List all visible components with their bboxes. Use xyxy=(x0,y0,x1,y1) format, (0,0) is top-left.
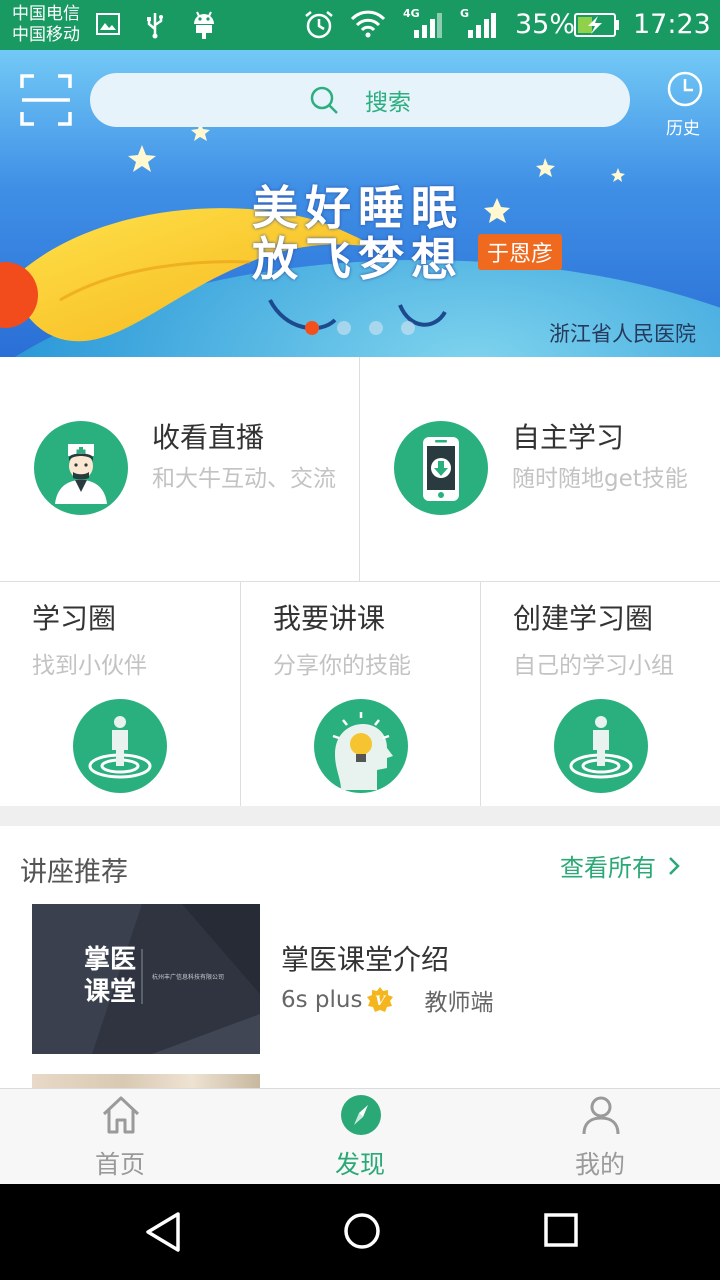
chevron-right-icon xyxy=(669,856,680,875)
lecture-cover-title: 掌医 课堂 xyxy=(84,944,136,1008)
cover-title-line-1: 掌医 xyxy=(84,945,137,975)
banner-hospital: 浙江省人民医院 xyxy=(549,322,696,346)
promo-banner[interactable]: 搜索 历史 美好睡眠 放飞梦想 于恩彦 浙江省人民医院 xyxy=(0,50,720,357)
recents-icon[interactable] xyxy=(542,1211,580,1249)
self-study-entry[interactable]: 自主学习 随时随地get技能 xyxy=(360,357,720,581)
carousel-dot[interactable] xyxy=(305,321,319,335)
verified-badge-icon: V xyxy=(367,987,394,1012)
lecture-meta: 6s plus V 教师端 xyxy=(281,983,493,1017)
carrier-info: 中国电信 中国移动 xyxy=(12,4,80,46)
study-circle-subtitle: 找到小伙伴 xyxy=(32,653,147,679)
tab-home-label: 首页 xyxy=(94,1150,145,1179)
signal-icon-2 xyxy=(468,13,496,38)
teach-entry[interactable]: 我要讲课 分享你的技能 xyxy=(240,582,480,806)
study-circle-title: 学习圈 xyxy=(32,602,117,635)
user-icon xyxy=(582,1096,620,1135)
tab-discover[interactable]: 发现 xyxy=(240,1089,480,1185)
teach-title: 我要讲课 xyxy=(273,602,386,635)
tab-mine-label: 我的 xyxy=(574,1150,625,1179)
search-icon xyxy=(310,86,338,114)
create-circle-subtitle: 自己的学习小组 xyxy=(513,653,674,679)
carousel-dot[interactable] xyxy=(369,321,383,335)
study-circle-entry[interactable]: 学习圈 找到小伙伴 xyxy=(0,582,240,806)
create-circle-entry[interactable]: 创建学习圈 自己的学习小组 xyxy=(480,582,720,806)
lecture-thumbnail[interactable]: 掌医 课堂 杭州丰广信息科技有限公司 xyxy=(32,904,260,1054)
self-study-title: 自主学习 xyxy=(512,421,625,454)
back-icon[interactable] xyxy=(144,1211,182,1253)
battery-percent: 35% xyxy=(515,9,576,40)
self-study-subtitle: 随时随地get技能 xyxy=(512,466,688,492)
image-icon xyxy=(96,13,120,35)
home-icon xyxy=(102,1096,140,1134)
lecture-author: 6s plus xyxy=(281,987,363,1013)
usb-icon xyxy=(147,13,163,39)
compass-icon xyxy=(341,1095,381,1135)
wifi-icon xyxy=(350,10,386,38)
carrier-2: 中国移动 xyxy=(12,25,80,45)
lecture-cover-company: 杭州丰广信息科技有限公司 xyxy=(152,974,225,981)
lecture-role: 教师端 xyxy=(424,990,494,1016)
cover-title-line-2: 课堂 xyxy=(84,977,137,1007)
carousel-indicator xyxy=(305,321,433,335)
live-title: 收看直播 xyxy=(152,421,265,454)
clock-icon xyxy=(667,71,703,107)
live-subtitle: 和大牛互动、交流 xyxy=(152,466,336,492)
bottom-tab-bar: 首页 发现 我的 xyxy=(0,1088,720,1184)
signal-icon-1 xyxy=(414,13,442,38)
banner-author-tag: 于恩彦 xyxy=(478,234,563,270)
carousel-dot[interactable] xyxy=(337,321,351,335)
see-all-link[interactable]: 查看所有 xyxy=(560,848,680,883)
tab-home[interactable]: 首页 xyxy=(0,1089,240,1185)
history-label: 历史 xyxy=(666,119,700,139)
battery-charging-icon xyxy=(574,13,619,37)
banner-title-line-2: 放飞梦想 xyxy=(252,232,464,286)
alarm-icon xyxy=(305,11,333,39)
home-circle-icon[interactable] xyxy=(342,1211,382,1251)
teach-subtitle: 分享你的技能 xyxy=(273,653,411,679)
android-icon xyxy=(194,11,214,39)
scan-icon[interactable] xyxy=(20,74,72,126)
feature-grid-top: 收看直播 和大牛互动、交流 自主学习 随时随地get技能 xyxy=(0,357,720,582)
lecture-thumbnail-next[interactable] xyxy=(32,1074,260,1088)
live-entry[interactable]: 收看直播 和大牛互动、交流 xyxy=(0,357,360,581)
lecture-section: 讲座推荐 查看所有 掌医 课堂 杭州丰广信息科技有限公司 掌医课堂介绍 6s p xyxy=(0,826,720,1088)
clock: 17:23 xyxy=(633,9,711,40)
carrier-1: 中国电信 xyxy=(12,4,80,24)
search-placeholder: 搜索 xyxy=(365,90,411,116)
system-nav-bar xyxy=(0,1184,720,1280)
status-bar: 中国电信 中国移动 4G G 35% 17:23 xyxy=(0,0,720,50)
see-all-label: 查看所有 xyxy=(560,854,656,882)
idea-head-icon xyxy=(314,699,408,793)
create-circle-title: 创建学习圈 xyxy=(513,602,654,635)
tab-mine[interactable]: 我的 xyxy=(480,1089,720,1185)
history-button[interactable]: 历史 xyxy=(662,70,708,139)
person-target-icon xyxy=(73,699,167,793)
phone-download-icon xyxy=(394,421,488,515)
carousel-dot[interactable] xyxy=(401,321,415,335)
app-screen: 中国电信 中国移动 4G G 35% 17:23 搜索 历史 美好睡眠 放飞梦想… xyxy=(0,0,720,1280)
lecture-cover-image xyxy=(32,904,260,1054)
feature-grid-bottom: 学习圈 找到小伙伴 我要讲课 分享你的技能 创建学习圈 自己的学习小组 xyxy=(0,582,720,806)
person-target-icon xyxy=(554,699,648,793)
search-bar[interactable]: 搜索 xyxy=(90,73,630,127)
lecture-title[interactable]: 掌医课堂介绍 xyxy=(281,938,449,978)
doctor-icon xyxy=(34,421,128,515)
tab-discover-label: 发现 xyxy=(334,1150,385,1179)
section-title: 讲座推荐 xyxy=(20,857,128,888)
